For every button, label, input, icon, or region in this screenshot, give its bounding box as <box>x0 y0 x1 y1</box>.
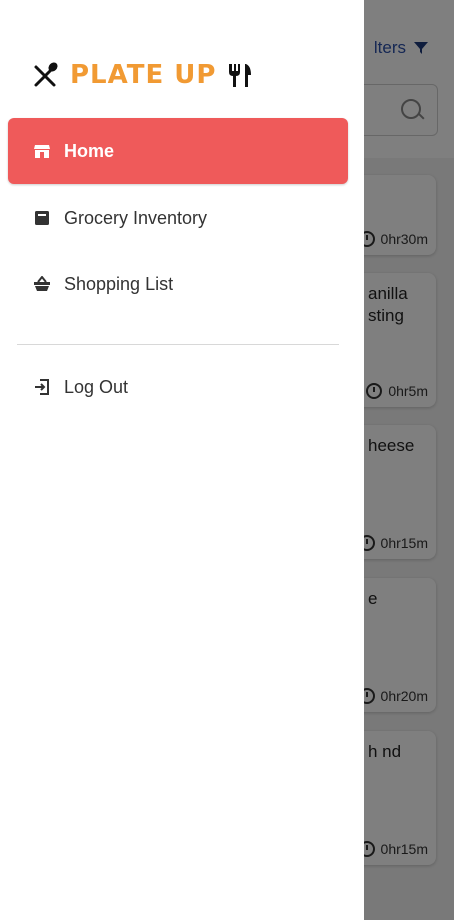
nav-label: Log Out <box>64 376 129 397</box>
nav-item-shopping-list[interactable]: Shopping List <box>8 251 348 317</box>
box-icon <box>34 210 50 226</box>
nav-label: Grocery Inventory <box>64 207 208 228</box>
navigation-drawer: PLATE UP Home Grocery Inventory Shopping… <box>0 0 364 920</box>
brand-logo: PLATE UP <box>32 60 254 90</box>
fork-knife-icon <box>226 61 254 89</box>
spoon-knife-icon <box>32 61 60 89</box>
store-icon <box>34 143 50 159</box>
basket-icon <box>34 276 50 292</box>
nav-label: Shopping List <box>64 273 174 294</box>
nav-item-home[interactable]: Home <box>8 118 348 184</box>
nav-label: Home <box>64 140 115 161</box>
logout-icon <box>34 379 50 395</box>
nav-item-logout[interactable]: Log Out <box>8 354 348 420</box>
brand-name: PLATE UP <box>70 60 217 90</box>
nav-item-grocery-inventory[interactable]: Grocery Inventory <box>8 185 348 251</box>
divider <box>17 344 339 345</box>
